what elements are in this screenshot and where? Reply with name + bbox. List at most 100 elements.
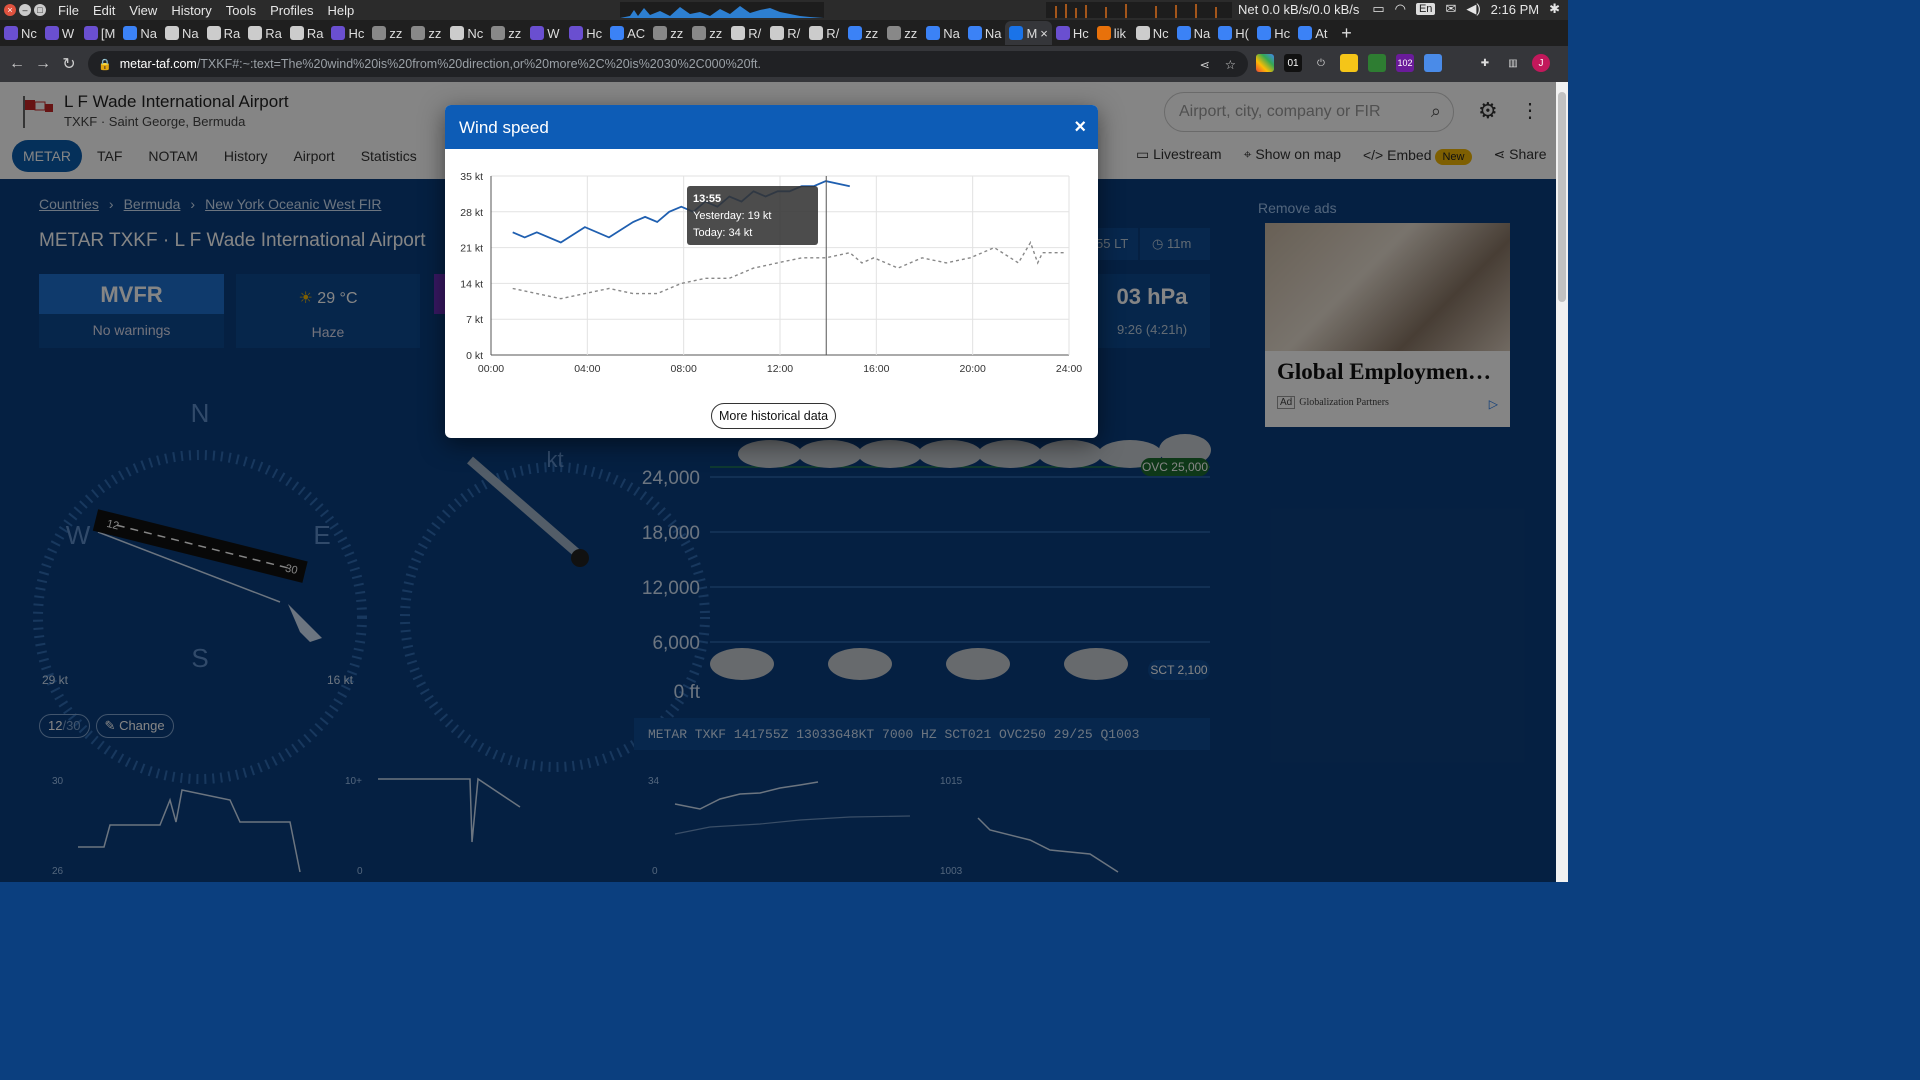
browser-tab[interactable]: W (41, 21, 80, 45)
ovc-cloud-layer (738, 434, 1211, 468)
tab-label: zz (670, 25, 684, 41)
browser-tab[interactable]: Na (1173, 21, 1215, 45)
close-icon[interactable]: × (1074, 116, 1086, 139)
browser-tab[interactable]: R/ (727, 21, 766, 45)
browser-tab[interactable]: Hc (1253, 21, 1294, 45)
forward-button[interactable]: → (30, 55, 56, 73)
browser-tab[interactable]: Ra (286, 21, 328, 45)
os-menu-item[interactable]: Help (327, 3, 354, 18)
browser-tab[interactable]: zz (844, 21, 883, 45)
browser-tab[interactable]: Nc (446, 21, 487, 45)
extension-icon-01[interactable]: 01 (1284, 54, 1302, 72)
tab-label: Na (1193, 25, 1211, 41)
tab-label: W (61, 25, 75, 41)
extension-icon-colors[interactable] (1256, 54, 1274, 72)
x-tick-label: 04:00 (574, 363, 600, 375)
os-top-bar: × – □ File Edit View History Tools Profiles He… (0, 0, 1568, 20)
display-icon[interactable]: ▭ (1372, 1, 1384, 17)
os-menu-item[interactable]: Profiles (270, 3, 313, 18)
browser-tab[interactable]: AC (606, 21, 649, 45)
tab-favicon-icon (1257, 26, 1272, 40)
browser-tab-strip: Nc W [M Na Na Ra Ra Ra Hc zz zz Nc zz W Hc AC zz zz R/R/R/… (0, 20, 1568, 46)
extension-icon-green[interactable] (1368, 54, 1386, 72)
wifi-icon[interactable]: ◠ (1395, 1, 1406, 17)
tab-favicon-icon (1055, 26, 1070, 40)
browser-tab[interactable]: zz (649, 21, 688, 45)
tab-label: Hc (348, 25, 365, 41)
extension-icon-doc[interactable] (1424, 54, 1442, 72)
tab-label: lik (1113, 25, 1127, 41)
tab-favicon-icon (809, 26, 824, 40)
extension-icon-power[interactable]: ⏻ (1312, 54, 1330, 72)
browser-tab[interactable]: [M (80, 21, 119, 45)
browser-tab[interactable]: Na (119, 21, 161, 45)
os-menu-item[interactable]: Tools (226, 3, 256, 18)
browser-tab[interactable]: Hc (327, 21, 368, 45)
tab-label: M (1026, 25, 1038, 41)
qnh-mini-top: 1015 (940, 776, 963, 787)
reload-button[interactable]: ↻ (56, 54, 82, 74)
os-menu-item[interactable]: File (58, 3, 79, 18)
tab-favicon-icon (450, 26, 465, 40)
profile-avatar[interactable]: J (1532, 54, 1550, 72)
browser-tab[interactable]: zz (368, 21, 407, 45)
browser-tab[interactable]: H( (1214, 21, 1253, 45)
mail-icon[interactable]: ✉ (1445, 1, 1456, 17)
tab-favicon-icon (206, 26, 221, 40)
browser-tab[interactable]: Hc (565, 21, 606, 45)
more-historical-data-button[interactable]: More historical data (711, 403, 837, 429)
address-bar[interactable]: 🔒 metar-taf.com/TXKF#:~:text=The%20wind%… (88, 51, 1248, 77)
browser-tab[interactable]: Na (964, 21, 1006, 45)
runway-current[interactable]: 12/30 (39, 714, 90, 738)
window-close-button[interactable]: × (4, 4, 16, 16)
settings-gear-icon[interactable]: ✱ (1549, 1, 1560, 17)
browser-tab[interactable]: zz (487, 21, 526, 45)
window-maximize-button[interactable]: □ (34, 4, 46, 16)
net-speed-label: Net 0.0 kB/s/0.0 kB/s (1238, 2, 1360, 17)
browser-tab[interactable]: R/ (766, 21, 805, 45)
tab-favicon-icon (926, 26, 941, 40)
browser-tab[interactable]: Ra (203, 21, 245, 45)
browser-tab[interactable]: Na (922, 21, 964, 45)
browser-tab[interactable]: Nc (0, 21, 41, 45)
tab-label: zz (428, 25, 442, 41)
tab-close-icon[interactable]: × (1040, 26, 1048, 41)
tab-favicon-icon (887, 26, 902, 40)
new-tab-button[interactable]: + (1341, 23, 1352, 44)
keyboard-layout[interactable]: En (1415, 3, 1436, 15)
os-menu-item[interactable]: Edit (93, 3, 115, 18)
browser-tab[interactable]: zz (883, 21, 922, 45)
browser-tab[interactable]: Na (161, 21, 203, 45)
back-button[interactable]: ← (4, 55, 30, 73)
extension-icon-yellow[interactable] (1340, 54, 1358, 72)
browser-tab[interactable]: Nc (1132, 21, 1173, 45)
extensions-area: 01 ⏻ 102 ✚ ▥ J ⋮ (1256, 54, 1568, 72)
change-runway-button[interactable]: ✎ Change (95, 714, 174, 738)
browser-tab[interactable]: Hc (1052, 21, 1093, 45)
os-menu-item[interactable]: View (129, 3, 157, 18)
clock[interactable]: 2:16 PM (1491, 2, 1539, 17)
tab-favicon-icon (1218, 26, 1233, 40)
extension-badge[interactable]: 102 (1396, 54, 1414, 72)
browser-tab[interactable]: zz (407, 21, 446, 45)
os-menu-item[interactable]: History (171, 3, 211, 18)
lock-icon[interactable]: 🔒 (98, 58, 112, 71)
share-icon[interactable]: ⋖ (1200, 57, 1210, 72)
puzzle-icon[interactable]: ✚ (1476, 54, 1494, 72)
browser-menu-icon[interactable]: ⋮ (1560, 54, 1568, 72)
cloud-axis-24000: 24,000 (642, 468, 700, 489)
tab-favicon-icon (770, 26, 785, 40)
browser-tab[interactable]: At (1294, 21, 1333, 45)
browser-tab[interactable]: lik (1093, 21, 1132, 45)
browser-tab[interactable]: zz (688, 21, 727, 45)
window-minimize-button[interactable]: – (19, 4, 31, 16)
page-scrollbar-thumb[interactable] (1558, 92, 1566, 302)
volume-icon[interactable]: ◀) (1466, 1, 1480, 17)
bookmark-star-icon[interactable]: ☆ (1225, 57, 1236, 72)
browser-tab[interactable]: W (526, 21, 565, 45)
y-tick-label: 21 kt (460, 243, 483, 255)
sidepanel-icon[interactable]: ▥ (1504, 54, 1522, 72)
browser-tab[interactable]: R/ (805, 21, 844, 45)
browser-tab[interactable]: Ra (244, 21, 286, 45)
browser-tab-active[interactable]: M × (1005, 21, 1052, 45)
